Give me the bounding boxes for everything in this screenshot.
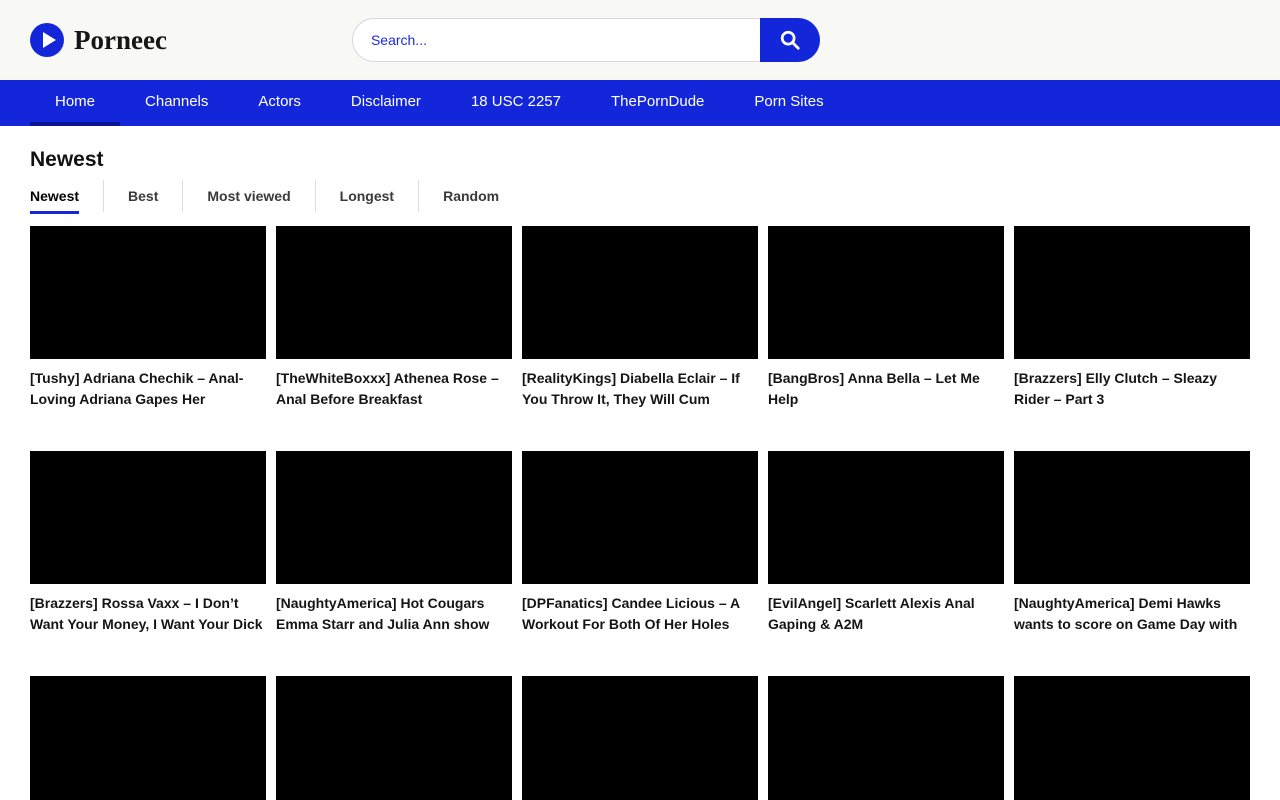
nav-item-channels[interactable]: Channels — [120, 80, 233, 126]
tab-random[interactable]: Random — [419, 180, 523, 212]
video-card[interactable]: [EvilAngel] Scarlett Alexis Anal Gaping … — [768, 451, 1004, 635]
video-thumbnail[interactable] — [1014, 676, 1250, 800]
video-thumbnail[interactable] — [768, 451, 1004, 584]
site-header: Porneec — [0, 0, 1280, 80]
video-card[interactable] — [522, 676, 758, 800]
video-thumbnail[interactable] — [768, 226, 1004, 359]
video-card[interactable]: [NaughtyAmerica] Demi Hawks wants to sco… — [1014, 451, 1250, 635]
video-thumbnail[interactable] — [276, 226, 512, 359]
video-title[interactable]: [RealityKings] Diabella Eclair – If You … — [522, 368, 758, 410]
video-thumbnail[interactable] — [1014, 451, 1250, 584]
search-form — [352, 18, 820, 62]
video-card[interactable]: [NaughtyAmerica] Hot Cougars Emma Starr … — [276, 451, 512, 635]
tab-longest[interactable]: Longest — [316, 180, 419, 212]
video-card[interactable] — [768, 676, 1004, 800]
video-title[interactable]: [EvilAngel] Scarlett Alexis Anal Gaping … — [768, 593, 1004, 635]
video-thumbnail[interactable] — [768, 676, 1004, 800]
search-icon — [779, 29, 801, 51]
play-icon — [30, 23, 64, 57]
video-title[interactable]: [NaughtyAmerica] Hot Cougars Emma Starr … — [276, 593, 512, 635]
video-card[interactable]: [Tushy] Adriana Chechik – Anal-Loving Ad… — [30, 226, 266, 410]
video-thumbnail[interactable] — [522, 451, 758, 584]
video-card[interactable]: [DPFanatics] Candee Licious – A Workout … — [522, 451, 758, 635]
tab-most-viewed[interactable]: Most viewed — [183, 180, 315, 212]
video-card[interactable]: [Brazzers] Rossa Vaxx – I Don’t Want You… — [30, 451, 266, 635]
nav-item-18-usc-2257[interactable]: 18 USC 2257 — [446, 80, 586, 126]
video-title[interactable]: [Brazzers] Elly Clutch – Sleazy Rider – … — [1014, 368, 1250, 410]
nav-item-disclaimer[interactable]: Disclaimer — [326, 80, 446, 126]
video-title[interactable]: [NaughtyAmerica] Demi Hawks wants to sco… — [1014, 593, 1250, 635]
video-title[interactable]: [DPFanatics] Candee Licious – A Workout … — [522, 593, 758, 635]
video-thumbnail[interactable] — [522, 226, 758, 359]
video-thumbnail[interactable] — [1014, 226, 1250, 359]
main-content: Newest Newest Best Most viewed Longest R… — [0, 148, 1280, 800]
video-title[interactable]: [TheWhiteBoxxx] Athenea Rose – Anal Befo… — [276, 368, 512, 410]
video-card[interactable] — [276, 676, 512, 800]
search-button[interactable] — [760, 18, 820, 62]
logo-text: Porneec — [74, 25, 167, 56]
main-nav: Home Channels Actors Disclaimer 18 USC 2… — [0, 80, 1280, 126]
video-thumbnail[interactable] — [30, 226, 266, 359]
video-card[interactable] — [30, 676, 266, 800]
video-title[interactable]: [Tushy] Adriana Chechik – Anal-Loving Ad… — [30, 368, 266, 410]
video-thumbnail[interactable] — [276, 676, 512, 800]
nav-item-actors[interactable]: Actors — [233, 80, 326, 126]
video-thumbnail[interactable] — [30, 676, 266, 800]
video-thumbnail[interactable] — [522, 676, 758, 800]
nav-item-home[interactable]: Home — [30, 80, 120, 126]
video-title[interactable]: [Brazzers] Rossa Vaxx – I Don’t Want You… — [30, 593, 266, 635]
video-thumbnail[interactable] — [30, 451, 266, 584]
search-input[interactable] — [352, 18, 760, 62]
video-thumbnail[interactable] — [276, 451, 512, 584]
video-card[interactable]: [Brazzers] Elly Clutch – Sleazy Rider – … — [1014, 226, 1250, 410]
site-logo[interactable]: Porneec — [30, 23, 167, 57]
video-grid: [Tushy] Adriana Chechik – Anal-Loving Ad… — [30, 226, 1250, 800]
tab-newest[interactable]: Newest — [30, 180, 104, 212]
video-card[interactable]: [RealityKings] Diabella Eclair – If You … — [522, 226, 758, 410]
video-card[interactable] — [1014, 676, 1250, 800]
section-title: Newest — [30, 148, 1250, 172]
sort-tabs: Newest Best Most viewed Longest Random — [30, 180, 1250, 212]
nav-item-theporndude[interactable]: ThePornDude — [586, 80, 729, 126]
video-card[interactable]: [BangBros] Anna Bella – Let Me Help — [768, 226, 1004, 410]
nav-item-porn-sites[interactable]: Porn Sites — [729, 80, 848, 126]
video-card[interactable]: [TheWhiteBoxxx] Athenea Rose – Anal Befo… — [276, 226, 512, 410]
tab-best[interactable]: Best — [104, 180, 183, 212]
video-title[interactable]: [BangBros] Anna Bella – Let Me Help — [768, 368, 1004, 410]
